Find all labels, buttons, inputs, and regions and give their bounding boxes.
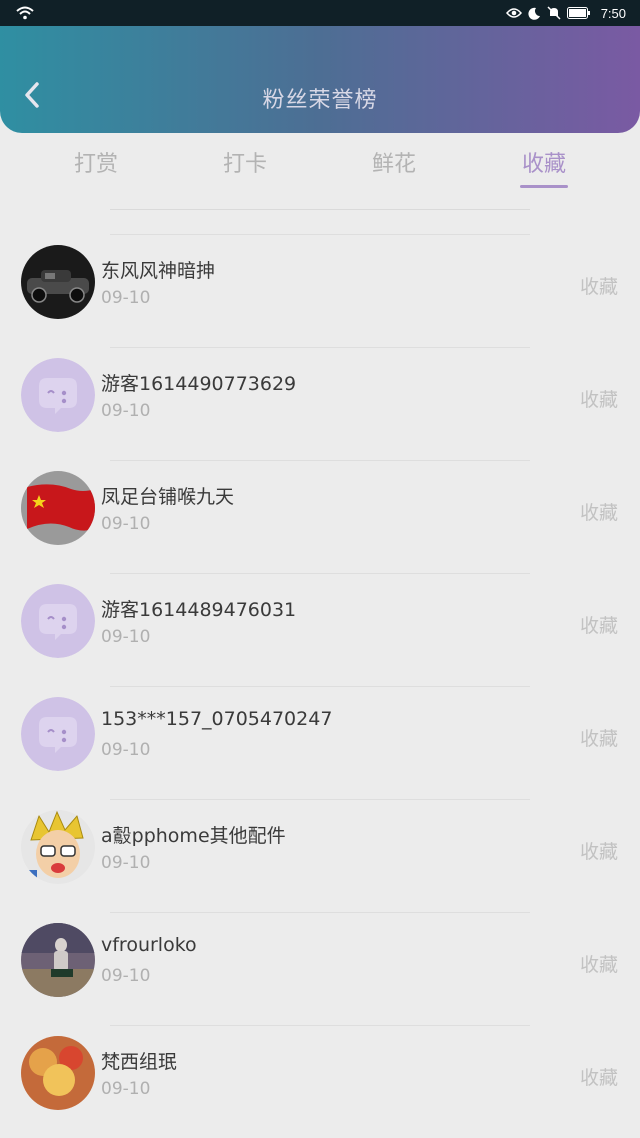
chat-bubble-icon <box>21 584 95 658</box>
action-label: 收藏 <box>579 389 618 411</box>
moon-icon <box>528 7 540 20</box>
fan-name: 游客1614490773629 <box>101 373 297 395</box>
fan-date: 09-10 <box>101 1079 151 1099</box>
divider <box>110 912 530 913</box>
fan-name: 东风风神暗抻 <box>101 260 216 282</box>
tab-flowers[interactable]: 鲜花 <box>349 146 439 178</box>
status-time: 7:50 <box>600 5 626 21</box>
divider <box>110 460 530 461</box>
cartoon-face-icon <box>21 810 95 884</box>
page-title: 粉丝荣誉榜 <box>262 88 378 113</box>
active-tab-indicator <box>520 185 568 188</box>
tab-reward[interactable]: 打赏 <box>51 146 141 178</box>
action-label: 收藏 <box>579 615 618 637</box>
status-bar: 7:50 <box>0 0 640 26</box>
avatar <box>21 358 95 432</box>
fan-date: 09-10 <box>101 966 151 986</box>
divider <box>110 1025 530 1026</box>
fan-date: 09-10 <box>101 627 151 647</box>
divider <box>110 799 530 800</box>
tab-favorites[interactable]: 收藏 <box>499 146 589 178</box>
fan-name: 凤足台铺喉九天 <box>101 486 235 508</box>
fan-date: 09-10 <box>101 401 151 421</box>
avatar <box>21 923 95 997</box>
flag-icon <box>21 471 95 545</box>
eye-icon <box>505 8 522 18</box>
fan-list: 东风风神暗抻 09-10 收藏 游客1614490773629 09-10 收藏 <box>0 234 640 1138</box>
divider <box>110 347 530 348</box>
divider <box>110 573 530 574</box>
action-label: 收藏 <box>579 1067 618 1089</box>
action-label: 收藏 <box>579 728 618 750</box>
avatar <box>21 1036 95 1110</box>
photo-icon <box>21 923 95 997</box>
fan-name: 游客1614489476031 <box>101 599 297 621</box>
fan-date: 09-10 <box>101 514 151 534</box>
action-label: 收藏 <box>579 954 618 976</box>
fan-name: a鷇pphome其他配件 <box>101 825 286 847</box>
list-item[interactable]: 游客1614489476031 09-10 收藏 <box>0 573 640 686</box>
tab-bar: 打赏 打卡 鲜花 收藏 <box>0 140 640 190</box>
list-item[interactable]: 东风风神暗抻 09-10 收藏 <box>0 234 640 347</box>
list-item[interactable]: a鷇pphome其他配件 09-10 收藏 <box>0 799 640 912</box>
tab-checkin[interactable]: 打卡 <box>200 146 290 178</box>
car-photo-icon <box>21 245 95 319</box>
divider <box>110 209 530 210</box>
battery-icon <box>566 7 590 19</box>
header: 粉丝荣誉榜 <box>0 26 640 133</box>
avatar <box>21 697 95 771</box>
fan-name: 153***157_0705470247 <box>101 708 333 730</box>
action-label: 收藏 <box>579 502 618 524</box>
action-label: 收藏 <box>579 276 618 298</box>
chat-bubble-icon <box>21 358 95 432</box>
list-item[interactable]: vfrourloko 09-10 收藏 <box>0 912 640 1025</box>
fan-name: 梵西组珉 <box>101 1051 178 1073</box>
wifi-icon <box>16 6 34 20</box>
divider <box>110 686 530 687</box>
avatar <box>21 245 95 319</box>
fan-date: 09-10 <box>101 288 151 308</box>
list-item[interactable]: 游客1614490773629 09-10 收藏 <box>0 347 640 460</box>
fan-name: vfrourloko <box>101 934 197 956</box>
fan-date: 09-10 <box>101 853 151 873</box>
avatar <box>21 810 95 884</box>
list-item[interactable]: 梵西组珉 09-10 收藏 <box>0 1025 640 1138</box>
list-item[interactable]: 凤足台铺喉九天 09-10 收藏 <box>0 460 640 573</box>
fan-date: 09-10 <box>101 740 151 760</box>
photo-icon <box>21 1036 95 1110</box>
divider <box>110 234 530 235</box>
chat-bubble-icon <box>21 697 95 771</box>
list-item[interactable]: 153***157_0705470247 09-10 收藏 <box>0 686 640 799</box>
avatar <box>21 584 95 658</box>
bell-muted-icon <box>547 6 561 20</box>
avatar <box>21 471 95 545</box>
action-label: 收藏 <box>579 841 618 863</box>
